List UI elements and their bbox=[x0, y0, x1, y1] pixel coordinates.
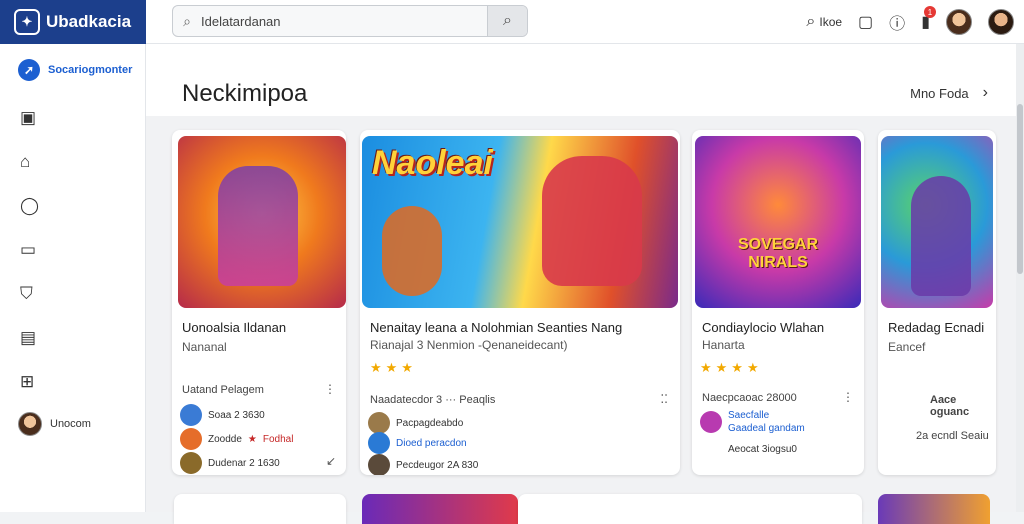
game-title: Nenaitay leana a Nolohmian Seanties Nang bbox=[370, 320, 623, 335]
sidebar-item-calendar[interactable]: ▤ bbox=[0, 316, 145, 360]
banner-title: Naoleai bbox=[372, 144, 493, 182]
avatar bbox=[368, 412, 390, 434]
help-icon[interactable]: ⓘ bbox=[889, 10, 905, 34]
chevron-right-icon: › bbox=[982, 84, 988, 101]
search-label-button[interactable]: ⌕ Ikoe bbox=[806, 13, 842, 31]
game-meta: Naadatecdor 3 ··· Peaqlis bbox=[370, 394, 496, 406]
thumbnail-title: SOVEGAR NIRALS bbox=[737, 236, 818, 271]
rating-stars: ★★★ bbox=[370, 360, 417, 375]
store-icon: ⌂ bbox=[20, 152, 31, 171]
list-item: Zoodde ★ Fodhal bbox=[180, 428, 293, 450]
avatar bbox=[180, 428, 202, 450]
grid-icon[interactable]: ⁚⁚ bbox=[660, 392, 668, 406]
avatar[interactable] bbox=[946, 9, 972, 35]
more-options-icon[interactable]: ⋮ bbox=[842, 390, 854, 404]
chat-bubble-icon: ◯ bbox=[20, 196, 40, 215]
page-title: Neckimipoa bbox=[182, 80, 308, 107]
game-subtitle: Hanarta bbox=[702, 338, 745, 352]
avatar-secondary[interactable] bbox=[988, 9, 1014, 35]
game-card[interactable]: Naoleai Nenaitay leana a Nolohmian Seant… bbox=[360, 130, 680, 475]
sidebar-item-active[interactable]: ➚ Socariogmonter bbox=[0, 44, 145, 96]
avatar bbox=[18, 412, 42, 436]
sidebar-item-gift[interactable]: ⊞ bbox=[0, 360, 145, 404]
game-card-next[interactable] bbox=[362, 494, 518, 524]
compass-icon: ➚ bbox=[18, 59, 40, 81]
shield-icon: ⛉ bbox=[20, 284, 33, 303]
sidebar-item-label: Socariogmonter bbox=[48, 64, 133, 76]
game-card-next[interactable] bbox=[878, 494, 990, 524]
chart-icon: ▭ bbox=[20, 240, 37, 259]
game-title: Uonoalsia Ildanan bbox=[182, 320, 287, 335]
game-thumbnail bbox=[178, 136, 346, 308]
sidebar-user-label: Unocom bbox=[50, 418, 91, 430]
game-meta: Aace oguanc bbox=[930, 394, 970, 418]
rating-stars: ★★★★ bbox=[700, 360, 763, 375]
game-subtitle: Rianajal 3 Nenmion -Qenaneidecant) bbox=[370, 338, 568, 352]
game-card[interactable]: Uonoalsia Ildanan Nananal Uatand Pelagem… bbox=[172, 130, 346, 475]
avatar bbox=[700, 411, 722, 433]
scrollbar[interactable] bbox=[1016, 44, 1024, 512]
game-thumbnail bbox=[881, 136, 993, 308]
list-item: Saecfalle Gaadeal gandam bbox=[700, 410, 805, 434]
game-thumbnail: SOVEGAR NIRALS bbox=[695, 136, 861, 308]
sidebar-item-store[interactable]: ⌂ bbox=[0, 140, 145, 184]
list-item: Soaa 2 3630 bbox=[180, 404, 265, 426]
scrollbar-thumb[interactable] bbox=[1017, 104, 1023, 274]
game-card[interactable]: Redadag Ecnadi Eancef Aace oguanc 2a ecn… bbox=[878, 130, 996, 475]
avatar bbox=[180, 452, 202, 474]
list-item: Aeocat 3iogsu0 bbox=[728, 444, 797, 455]
sidebar-item-stats[interactable]: ▭ bbox=[0, 228, 145, 272]
list-item: Dioed peracdon bbox=[368, 432, 467, 454]
list-item: Dudenar 2 1630 bbox=[180, 452, 280, 474]
calendar-icon: ▤ bbox=[20, 328, 37, 347]
game-card-next[interactable] bbox=[174, 494, 346, 524]
see-more-link[interactable]: Mno Foda › bbox=[910, 84, 988, 102]
search-bar[interactable]: ⌕ ⌕ bbox=[172, 5, 528, 37]
search-button[interactable]: ⌕ bbox=[487, 6, 527, 36]
sidebar-item-library[interactable]: ▣ bbox=[0, 96, 145, 140]
main-content: Neckimipoa Mno Foda › Uonoalsia Ildanan N… bbox=[146, 44, 1016, 524]
sidebar-item-shield[interactable]: ⛉ bbox=[0, 272, 145, 316]
list-item: Pacpagdeabdo bbox=[368, 412, 463, 434]
game-meta-secondary: 2a ecndl Seaiu bbox=[916, 430, 989, 442]
top-bar: ✦ Ubadkacia ⌕ ⌕ ⌕Ikoe ▢ ⓘ ▮1 bbox=[0, 0, 1024, 44]
app-logo[interactable]: ✦ Ubadkacia bbox=[0, 0, 146, 44]
notification-badge: 1 bbox=[924, 6, 936, 18]
more-options-icon[interactable]: ⋮ bbox=[324, 382, 336, 396]
book-icon: ▣ bbox=[20, 108, 37, 127]
game-banner: Naoleai bbox=[362, 136, 678, 308]
game-title: Condiaylocio Wlahan bbox=[702, 320, 825, 335]
game-meta: Uatand Pelagem bbox=[182, 384, 264, 396]
game-meta: Naecpcaoac 28000 bbox=[702, 392, 797, 404]
list-item: Pecdeugor 2A 830 bbox=[368, 454, 478, 475]
search-icon: ⌕ bbox=[806, 13, 816, 30]
notification-icon[interactable]: ▮ 1 bbox=[921, 6, 936, 32]
toolbar: ⌕ Ikoe ▢ ⓘ ▮ 1 bbox=[806, 0, 1014, 44]
chat-icon[interactable]: ▢ bbox=[858, 12, 873, 32]
sidebar: ➚ Socariogmonter ▣ ⌂ ◯ ▭ ⛉ ▤ ⊞ Unocom bbox=[0, 44, 146, 512]
game-card-next[interactable] bbox=[518, 494, 862, 524]
avatar bbox=[180, 404, 202, 426]
star-icon: ★ bbox=[247, 433, 257, 445]
game-subtitle: Nananal bbox=[182, 340, 227, 354]
search-icon: ⌕ bbox=[183, 12, 191, 29]
avatar bbox=[368, 432, 390, 454]
logo-icon: ✦ bbox=[14, 9, 40, 35]
game-title: Redadag Ecnadi bbox=[888, 320, 985, 335]
sidebar-user[interactable]: Unocom bbox=[0, 404, 145, 444]
avatar bbox=[368, 454, 390, 475]
gift-icon: ⊞ bbox=[20, 372, 35, 391]
app-name: Ubadkacia bbox=[46, 12, 132, 31]
game-subtitle: Eancef bbox=[888, 340, 926, 354]
expand-icon[interactable]: ↙ bbox=[326, 454, 336, 468]
sidebar-item-chat[interactable]: ◯ bbox=[0, 184, 145, 228]
search-input[interactable] bbox=[201, 13, 487, 29]
game-card[interactable]: SOVEGAR NIRALS Condiaylocio Wlahan Hanar… bbox=[692, 130, 864, 475]
